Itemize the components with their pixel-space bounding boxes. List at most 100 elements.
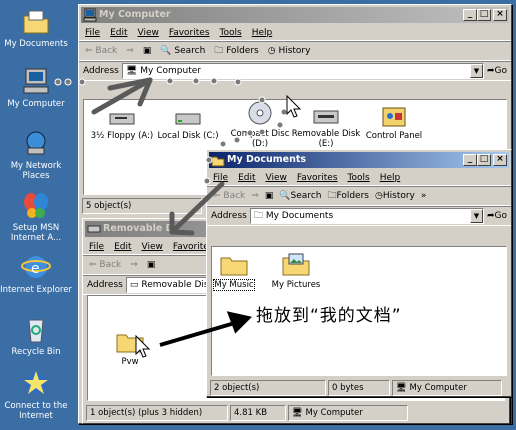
desktop-label: My Computer [7,99,65,109]
close-button[interactable]: × [493,154,507,166]
back-button[interactable]: ⇐ Back [85,46,117,56]
removable-disk-icon: ▭ [129,280,139,290]
address-value: My Documents [265,211,334,221]
back-button[interactable]: ⇐ Back [213,191,245,201]
control-panel-icon [382,107,406,127]
file-item[interactable]: Pvw [92,330,168,367]
search-button[interactable]: 🔍 Search [160,46,205,56]
menu-file[interactable]: File [89,241,104,252]
more-button[interactable]: » [421,191,427,201]
back-button[interactable]: ⇐ Back [89,260,121,270]
menu-help[interactable]: Help [252,27,273,38]
menu-view[interactable]: View [142,241,163,252]
address-bar: Address 🗀 My Documents ▼ ➦Go [207,206,511,226]
chevron-down-icon[interactable]: ▼ [469,64,483,78]
go-label: Go [494,66,507,76]
folders-label: Folders [226,46,259,56]
status-zone: 🖥 My Computer [288,405,408,421]
status-size: 4.81 KB [230,405,286,421]
address-input[interactable]: 🗀 My Documents ▼ [249,208,484,224]
desktop-icon-connect[interactable]: Connect to the Internet [0,368,72,421]
address-bar: Address 🖥 My Computer ▼ ➦Go [79,61,511,81]
desktop-label: My Network Places [10,161,62,181]
file-item[interactable]: 3½ Floppy (A:) [84,106,160,141]
file-label: Pvw [121,357,139,367]
minimize-button[interactable]: _ [463,9,477,21]
address-label: Address [87,280,123,290]
my-documents-titlebar[interactable]: My Documents _ □ × [209,152,509,168]
address-label: Address [211,211,247,221]
menu-file[interactable]: File [85,27,100,38]
menu-tools[interactable]: Tools [348,172,370,183]
menu-edit[interactable]: Edit [114,241,131,252]
desktop-icon-msn[interactable]: Setup MSN Internet A... [0,190,72,243]
folders-button[interactable]: 🗀Folders [327,188,369,204]
file-item[interactable]: Control Panel [356,106,432,141]
menu-edit[interactable]: Edit [110,27,127,38]
menu-bar: File Edit View Favorites Tools Help [207,170,511,186]
msn-butterfly-icon [24,193,48,218]
svg-text:e: e [31,261,40,277]
menu-view[interactable]: View [138,27,159,38]
status-text: 1 object(s) (plus 3 hidden) [86,405,228,421]
close-button[interactable]: × [493,9,507,21]
up-button[interactable]: ▣ [265,191,274,201]
go-button[interactable]: ➦Go [487,66,507,76]
desktop-icon-my-computer[interactable]: My Computer [0,66,72,109]
status-bar: 2 object(s) 0 bytes 🖥 My Computer [210,380,508,396]
file-item[interactable]: Local Disk (C:) [150,106,226,141]
up-button[interactable]: ▣ [147,260,156,270]
address-input[interactable]: 🖥 My Computer ▼ [121,63,484,79]
desktop-icon-recycle-bin[interactable]: Recycle Bin [0,314,72,357]
desktop-icon-my-documents[interactable]: My Documents [0,6,72,49]
history-button[interactable]: ◷History [375,191,415,201]
desktop-icon-ie[interactable]: e Internet Explorer [0,252,72,295]
floppy-drive-icon [109,113,135,125]
computer-icon: 🖥 [125,66,138,76]
file-item[interactable]: My Music [206,253,262,291]
my-computer-titlebar[interactable]: My Computer _ □ × [81,7,509,23]
menu-tools[interactable]: Tools [220,27,242,38]
history-label: History [382,191,415,201]
desktop-label: Connect to the Internet [4,401,68,421]
maximize-button[interactable]: □ [477,154,491,166]
folders-button[interactable]: 🗀 Folders [214,43,258,59]
folder-icon [116,334,144,353]
menu-favorites[interactable]: Favorites [169,27,210,38]
go-button[interactable]: ➦Go [487,211,507,221]
forward-button[interactable]: ⇒ [130,260,138,270]
address-value: Removable Disk [141,280,214,290]
file-item[interactable]: Compact Disc (D:) [222,100,298,149]
file-item[interactable]: Removable Disk (E:) [288,104,364,149]
back-label: Back [95,46,118,56]
minimize-button[interactable]: _ [463,154,477,166]
desktop-icon-network[interactable]: My Network Places [0,128,72,181]
drop-instruction-label: 拖放到“我的文档” [256,306,402,326]
menu-file[interactable]: File [213,172,228,183]
search-button[interactable]: 🔍Search [279,191,321,201]
status-bar: 1 object(s) (plus 3 hidden) 4.81 KB 🖥 My… [86,405,506,421]
file-label: Removable Disk (E:) [291,129,361,149]
go-label: Go [494,211,507,221]
maximize-button[interactable]: □ [477,9,491,21]
forward-button[interactable]: ⇒ [251,191,259,201]
cd-drive-icon [248,101,272,125]
menu-help[interactable]: Help [380,172,401,183]
menu-edit[interactable]: Edit [238,172,255,183]
file-label: My Music [213,279,255,291]
history-button[interactable]: ◷ History [268,46,311,56]
file-label: Control Panel [365,131,423,141]
file-item[interactable]: My Pictures [264,251,328,290]
menu-favorites[interactable]: Favorites [297,172,338,183]
file-label: My Pictures [271,280,321,290]
desktop-label: My Documents [4,39,68,49]
menu-view[interactable]: View [266,172,287,183]
search-label: Search [290,191,322,201]
up-button[interactable]: ▣ [143,46,152,56]
back-label: Back [223,191,246,201]
status-text: 2 object(s) [210,380,326,396]
status-text: 5 object(s) [82,198,202,214]
forward-button[interactable]: ⇒ [126,46,134,56]
chevron-down-icon[interactable]: ▼ [469,209,483,223]
address-label: Address [83,66,119,76]
